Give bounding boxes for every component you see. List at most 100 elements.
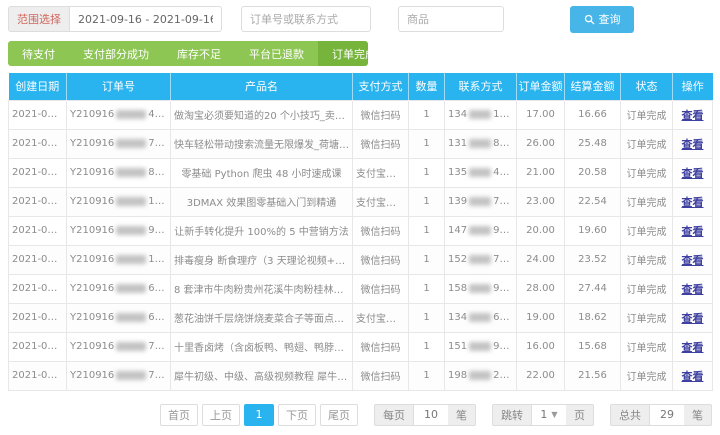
contact-prefix: 152: [448, 254, 468, 265]
cell-quantity: 1: [408, 99, 445, 130]
next-page-button[interactable]: 下页: [278, 403, 316, 426]
cell-contact: 134 1302: [444, 99, 517, 130]
cell-product-name: 3DMAX 效果图零基础入门到精通: [170, 186, 353, 217]
redacted-phone-segment: [469, 196, 492, 206]
cell-contact: 135 4793: [444, 157, 517, 188]
cell-payment-method: 微信扫码: [352, 331, 409, 362]
order-number-prefix: Y210916: [70, 225, 115, 236]
contact-suffix: 7905: [493, 254, 517, 265]
cell-contact: 131 8083: [444, 128, 517, 159]
order-search-input[interactable]: [241, 6, 371, 32]
contact-prefix: 198: [448, 370, 468, 381]
table-row-7: 2021-09-16 Y210916 6677 葱花油饼千层烧饼烧麦菜合子等面点技…: [8, 302, 713, 333]
cell-payment-method: 微信扫码: [352, 99, 409, 130]
jump-group: 跳转 1 ▼ 页: [492, 403, 594, 426]
contact-prefix: 134: [448, 312, 468, 323]
per-page-label: 每页: [374, 403, 414, 426]
cell-quantity: 1: [408, 331, 445, 362]
cell-create-date: 2021-09-16: [8, 273, 67, 304]
contact-suffix: 8083: [493, 138, 517, 149]
view-link[interactable]: 查看: [682, 341, 704, 354]
product-search-input[interactable]: [398, 6, 504, 32]
current-page-button[interactable]: 1: [244, 403, 274, 426]
tab-1[interactable]: 支付部分成功: [69, 41, 163, 66]
redacted-phone-segment: [469, 254, 492, 264]
cell-quantity: 1: [408, 302, 445, 333]
cell-action: 查看: [672, 186, 713, 217]
view-link[interactable]: 查看: [682, 283, 704, 296]
contact-prefix: 131: [448, 138, 468, 149]
cell-contact: 139 7469: [444, 186, 517, 217]
tab-3[interactable]: 平台已退款: [235, 41, 318, 66]
cell-settle-amount: 20.58: [564, 157, 621, 188]
prev-page-button[interactable]: 上页: [202, 403, 240, 426]
date-range-input[interactable]: [70, 6, 222, 32]
redacted-phone-segment: [469, 370, 492, 380]
redacted-order-segment: [116, 225, 147, 235]
cell-quantity: 1: [408, 186, 445, 217]
cell-status: 订单完成: [620, 360, 673, 391]
view-link[interactable]: 查看: [682, 225, 704, 238]
contact-suffix: 9469: [493, 225, 517, 236]
table-row-4: 2021-09-16 Y210916 9929 让新手转化提升 100%的 5 中…: [8, 215, 713, 246]
redacted-phone-segment: [469, 109, 492, 119]
tab-0[interactable]: 待支付: [8, 41, 69, 66]
cell-quantity: 1: [408, 128, 445, 159]
view-link[interactable]: 查看: [682, 109, 704, 122]
column-header-4: 数量: [408, 73, 445, 100]
cell-settle-amount: 25.48: [564, 128, 621, 159]
first-page-button[interactable]: 首页: [160, 403, 198, 426]
table-row-9: 2021-09-16 Y210916 7681 犀牛初级、中级、高级视频教程 犀牛…: [8, 360, 713, 391]
tab-2[interactable]: 库存不足: [163, 41, 235, 66]
view-link[interactable]: 查看: [682, 370, 704, 383]
contact-suffix: 2515: [493, 370, 517, 381]
cell-contact: 158 9588: [444, 273, 517, 304]
order-number-prefix: Y210916: [70, 283, 115, 294]
cell-product-name: 葱花油饼千层烧饼烧麦菜合子等面点技术: [170, 302, 353, 333]
order-number-prefix: Y210916: [70, 138, 115, 149]
cell-create-date: 2021-09-16: [8, 99, 67, 130]
cell-settle-amount: 15.68: [564, 331, 621, 362]
cell-order-number: Y210916 1786: [66, 186, 171, 217]
order-number-suffix: 7677: [148, 138, 169, 149]
tab-4[interactable]: 订单完成: [318, 41, 368, 66]
cell-action: 查看: [672, 157, 713, 188]
contact-prefix: 158: [448, 283, 468, 294]
redacted-order-segment: [116, 254, 147, 264]
tab-label: 订单完成: [332, 47, 368, 61]
cell-settle-amount: 16.66: [564, 99, 621, 130]
cell-product-name: 让新手转化提升 100%的 5 中营销方法: [170, 215, 353, 246]
cell-order-amount: 19.00: [516, 302, 565, 333]
cell-status: 订单完成: [620, 244, 673, 275]
per-page-value[interactable]: 10: [414, 403, 448, 426]
table-row-8: 2021-09-16 Y210916 7258 十里香卤烤（含卤板鸭、鸭翅、鸭脖）…: [8, 331, 713, 362]
cell-order-amount: 21.00: [516, 157, 565, 188]
column-header-6: 订单金额: [516, 73, 565, 100]
redacted-phone-segment: [469, 283, 492, 293]
cell-quantity: 1: [408, 244, 445, 275]
filter-bar: 范围选择 查询: [8, 5, 712, 33]
search-button[interactable]: 查询: [570, 5, 634, 33]
view-link[interactable]: 查看: [682, 196, 704, 209]
search-button-label: 查询: [598, 13, 621, 26]
view-link[interactable]: 查看: [682, 167, 704, 180]
last-page-button[interactable]: 尾页: [320, 403, 358, 426]
table-row-2: 2021-09-16 Y210916 8141 零基础 Python 爬虫 48 …: [8, 157, 713, 188]
total-unit: 笔: [684, 403, 712, 426]
jump-page-select[interactable]: 1 ▼: [532, 403, 566, 426]
cell-action: 查看: [672, 128, 713, 159]
order-number-suffix: 6805: [148, 283, 169, 294]
cell-order-number: Y210916 8141: [66, 157, 171, 188]
per-page-group: 每页 10 笔: [374, 403, 476, 426]
contact-suffix: 6850: [493, 312, 517, 323]
jump-value: 1: [540, 408, 548, 421]
cell-quantity: 1: [408, 273, 445, 304]
cell-order-number: Y210916 1921: [66, 244, 171, 275]
tab-label: 库存不足: [177, 47, 221, 61]
cell-order-amount: 16.00: [516, 331, 565, 362]
view-link[interactable]: 查看: [682, 138, 704, 151]
table-row-5: 2021-09-16 Y210916 1921 排毒瘦身 断食理疗（3 天理论视频…: [8, 244, 713, 275]
view-link[interactable]: 查看: [682, 254, 704, 267]
view-link[interactable]: 查看: [682, 312, 704, 325]
order-number-prefix: Y210916: [70, 254, 115, 265]
